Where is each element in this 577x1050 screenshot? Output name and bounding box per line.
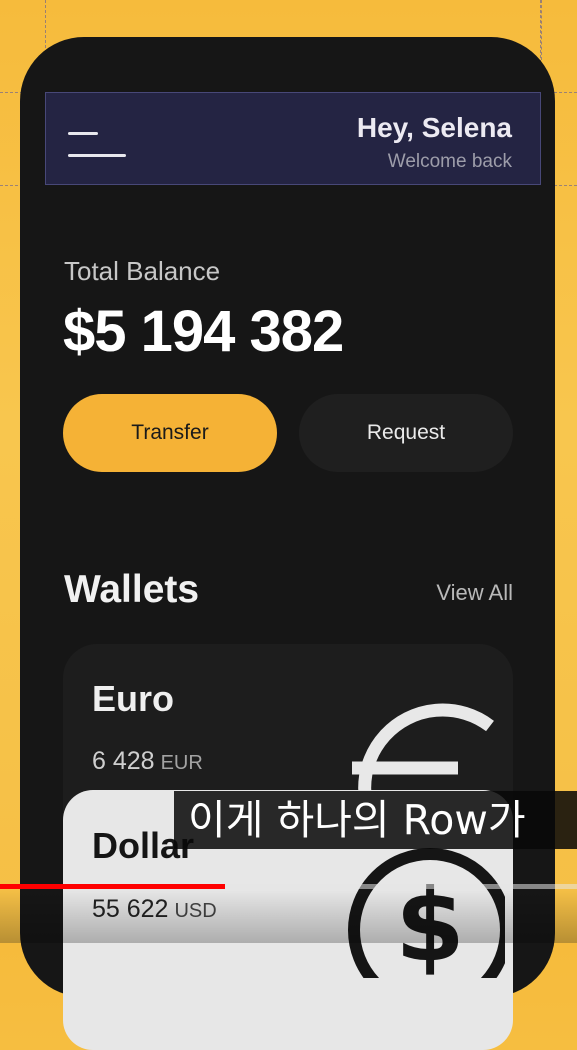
wallet-name: Euro [92,678,175,719]
greeting-subtitle: Welcome back [387,151,512,172]
request-button[interactable]: Request [299,394,513,472]
video-caption: 이게 하나의 Row가 [174,791,577,849]
wallet-amount-value: 55 622 [92,895,169,923]
wallet-amount: 6 428 EUR [92,747,203,776]
wallet-amount: 55 622 USD [92,895,217,924]
video-progress-bar[interactable] [0,884,577,889]
total-balance-value: $5 194 382 [63,299,344,364]
transfer-button[interactable]: Transfer [63,394,277,472]
wallet-currency: USD [174,900,217,922]
view-all-link[interactable]: View All [436,580,513,606]
dollar-icon: $ [348,848,505,978]
wallets-heading: Wallets [64,568,200,611]
guide-line [541,0,542,60]
wallet-currency: EUR [160,752,203,774]
video-progress-fill [0,884,226,889]
hamburger-menu-icon[interactable] [68,132,126,158]
total-balance-label: Total Balance [64,256,221,286]
greeting-title: Hey, Selena [356,112,512,143]
wallet-amount-value: 6 428 [92,747,155,775]
